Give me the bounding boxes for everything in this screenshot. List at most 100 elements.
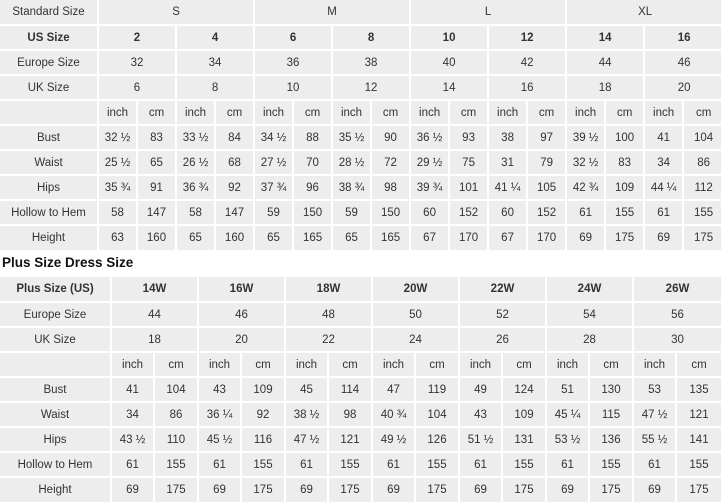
table-row: Hips 43 ½ 110 45 ½ 116 47 ½ 121 49 ½ 126… [0, 427, 721, 453]
measure-cell: 35 ½ [332, 125, 373, 151]
europe-size-value: 36 [254, 50, 334, 76]
unit-cell: cm [502, 352, 547, 378]
measure-cell: 43 [198, 377, 242, 403]
measure-cell: 28 ½ [332, 150, 373, 176]
measure-cell: 165 [371, 225, 412, 250]
unit-cell: inch [644, 100, 685, 126]
standard-size-table: Standard Size S M L XL US Size 2 4 6 8 1… [0, 0, 721, 250]
measure-cell: 45 ¼ [546, 402, 590, 428]
measure-cell: 69 [644, 225, 685, 250]
measure-cell: 104 [683, 125, 721, 151]
unit-cell: cm [293, 100, 334, 126]
group-header-s: S [98, 0, 256, 26]
standard-unit-row: inch cm inch cm inch cm inch cm inch cm … [0, 100, 721, 126]
measure-cell: 121 [676, 402, 721, 428]
measure-cell: 34 [644, 150, 685, 176]
table-row: Europe Size 44 46 48 50 52 54 56 [0, 302, 721, 328]
measure-cell: 42 ¾ [566, 175, 607, 201]
unit-cell: cm [137, 100, 177, 126]
measure-cell: 147 [215, 200, 256, 226]
row-label-uk-size: UK Size [0, 75, 99, 101]
measure-cell: 51 ½ [459, 427, 503, 453]
table-row: Bust 41 104 43 109 45 114 47 119 49 124 … [0, 377, 721, 403]
row-label-us-size: US Size [0, 25, 99, 51]
uk-size-value: 8 [176, 75, 256, 101]
row-label-europe-size: Europe Size [0, 50, 99, 76]
measure-cell: 114 [328, 377, 373, 403]
measure-cell: 59 [254, 200, 295, 226]
europe-size-value: 32 [98, 50, 177, 76]
measure-cell: 155 [676, 452, 721, 478]
uk-size-value: 24 [372, 327, 460, 353]
measure-cell: 69 [285, 477, 329, 502]
measure-cell: 150 [371, 200, 412, 226]
measure-cell: 101 [449, 175, 490, 201]
europe-size-value: 48 [285, 302, 373, 328]
plus-size-value: 26W [633, 277, 721, 303]
uk-size-value: 20 [198, 327, 286, 353]
measure-cell: 36 ½ [410, 125, 451, 151]
measure-cell: 119 [415, 377, 460, 403]
measure-cell: 43 [459, 402, 503, 428]
measure-cell: 53 ½ [546, 427, 590, 453]
measure-cell: 155 [241, 452, 286, 478]
unit-cell: cm [154, 352, 199, 378]
uk-size-value: 14 [410, 75, 490, 101]
measure-cell: 152 [527, 200, 568, 226]
measure-cell: 75 [449, 150, 490, 176]
measure-cell: 70 [293, 150, 334, 176]
measure-cell: 147 [137, 200, 177, 226]
us-size-value: 16 [644, 25, 721, 51]
measure-cell: 29 ½ [410, 150, 451, 176]
measure-cell: 92 [215, 175, 256, 201]
measure-cell: 47 [372, 377, 416, 403]
measure-cell: 88 [293, 125, 334, 151]
measure-cell: 175 [241, 477, 286, 502]
measure-cell: 90 [371, 125, 412, 151]
measure-cell: 155 [328, 452, 373, 478]
uk-size-value: 20 [644, 75, 721, 101]
measure-cell: 155 [502, 452, 547, 478]
measure-cell: 47 ½ [633, 402, 677, 428]
measure-cell: 141 [676, 427, 721, 453]
unit-cell: cm [589, 352, 634, 378]
measure-cell: 109 [241, 377, 286, 403]
plus-unit-row: inch cm inch cm inch cm inch cm inch cm … [0, 352, 721, 378]
table-row: Bust 32 ½ 83 33 ½ 84 34 ½ 88 35 ½ 90 36 … [0, 125, 721, 151]
measure-cell: 69 [546, 477, 590, 502]
measure-cell: 49 ½ [372, 427, 416, 453]
measure-cell: 175 [154, 477, 199, 502]
unit-cell: cm [328, 352, 373, 378]
table-row: Height 63 160 65 160 65 165 65 165 67 17… [0, 225, 721, 250]
measure-cell: 61 [566, 200, 607, 226]
europe-size-value: 44 [111, 302, 199, 328]
group-header-m: M [254, 0, 412, 26]
table-row: Waist 25 ½ 65 26 ½ 68 27 ½ 70 28 ½ 72 29… [0, 150, 721, 176]
europe-size-value: 40 [410, 50, 490, 76]
measure-cell: 116 [241, 427, 286, 453]
unit-cell: inch [372, 352, 416, 378]
measure-cell: 36 ¾ [176, 175, 216, 201]
measure-cell: 69 [372, 477, 416, 502]
measure-cell: 41 [111, 377, 155, 403]
measure-cell: 69 [633, 477, 677, 502]
measure-cell: 109 [605, 175, 646, 201]
measure-cell: 61 [111, 452, 155, 478]
measure-cell: 61 [459, 452, 503, 478]
europe-size-value: 50 [372, 302, 460, 328]
measure-cell: 67 [488, 225, 529, 250]
us-size-value: 14 [566, 25, 646, 51]
measure-cell: 61 [633, 452, 677, 478]
measure-cell: 130 [589, 377, 634, 403]
measure-cell: 155 [605, 200, 646, 226]
measure-cell: 92 [241, 402, 286, 428]
table-row: Height 69 175 69 175 69 175 69 175 69 17… [0, 477, 721, 502]
us-size-value: 6 [254, 25, 334, 51]
table-row: UK Size 18 20 22 24 26 28 30 [0, 327, 721, 353]
uk-size-value: 18 [111, 327, 199, 353]
measure-cell: 96 [293, 175, 334, 201]
plus-size-value: 22W [459, 277, 547, 303]
measure-cell: 59 [332, 200, 373, 226]
unit-cell: inch [566, 100, 607, 126]
measure-cell: 39 ¾ [410, 175, 451, 201]
